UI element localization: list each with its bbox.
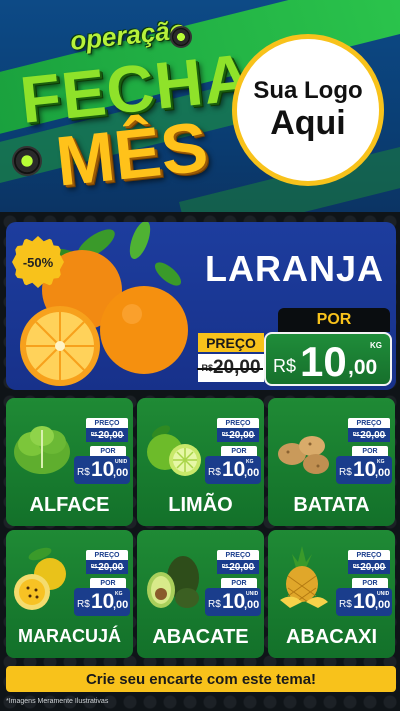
hero-new-price: R$ 10 ,00 KG [264, 332, 392, 386]
hero-old-price: R$ 20,00 [197, 354, 264, 382]
title-bottom-text: MÊS [52, 107, 212, 201]
disclaimer-text: *Imagens Meramente Ilustrativas [6, 698, 109, 705]
new-price: R$ 10,00 KG [205, 456, 261, 484]
avocado-icon [147, 556, 199, 608]
product-name: MARACUJÁ [18, 626, 121, 646]
old-price: R$ 20,00 [86, 428, 128, 442]
new-price: R$ 10,00 KG [74, 588, 130, 616]
price-label: PREÇO [348, 550, 390, 560]
speaker-icon [12, 146, 42, 176]
por-label: POR [90, 578, 126, 588]
price-label: PREÇO [86, 550, 128, 560]
price-label: PREÇO [86, 418, 128, 428]
old-price: R$ 20,00 [348, 560, 390, 574]
product-card-abacaxi[interactable]: PREÇO R$ 20,00 POR R$ 10,00 UNID ABACAXI [268, 530, 395, 658]
passion-fruit-icon [14, 547, 66, 610]
por-label: POR [221, 578, 257, 588]
product-card-maracuja[interactable]: PREÇO R$ 20,00 POR R$ 10,00 KG MARACUJÁ [6, 530, 133, 658]
product-name: ALFACE [29, 494, 110, 516]
old-price: R$ 20,00 [217, 428, 259, 442]
logo-line-2: Aqui [270, 103, 346, 142]
campaign-title: operação FECHA MÊS [12, 14, 256, 201]
por-label: POR [221, 446, 257, 456]
new-price-int: 10 [300, 338, 347, 385]
new-price: R$ 10,00 UNID [74, 456, 130, 484]
product-name: LIMÃO [168, 494, 233, 516]
potato-icon [278, 436, 329, 474]
product-name: BATATA [293, 494, 370, 516]
old-amount: 20,00 [197, 357, 263, 378]
product-name: ABACATE [152, 626, 249, 648]
product-name: ABACAXI [285, 626, 378, 648]
hero-product-name: LARANJA [205, 248, 385, 289]
new-currency: R$ [273, 356, 297, 376]
speaker-icon [170, 26, 192, 48]
old-price: R$ 20,00 [217, 560, 259, 574]
new-price: R$ 10,00 UNID [205, 588, 261, 616]
hero-por-label: POR [278, 308, 390, 332]
por-label: POR [352, 446, 388, 456]
new-price-dec: ,00 [348, 356, 378, 379]
por-label: POR [90, 446, 126, 456]
price-label: PREÇO [217, 550, 259, 560]
old-price: R$ 20,00 [348, 428, 390, 442]
por-label: POR [352, 578, 388, 588]
new-price: R$ 10,00 UNID [336, 588, 392, 616]
product-card-limao[interactable]: PREÇO R$ 20,00 POR R$ 10,00 KG LIMÃO [137, 398, 264, 526]
header-banner: operação FECHA MÊS Sua Logo Aqui [0, 0, 400, 212]
cta-banner[interactable]: Crie seu encarte com este tema! [6, 666, 396, 692]
new-price: R$ 10,00 KG [336, 456, 392, 484]
pineapple-icon [280, 546, 328, 608]
old-price: R$ 20,00 [86, 560, 128, 574]
lime-icon [147, 425, 201, 476]
product-card-alface[interactable]: PREÇO R$ 20,00 POR R$ 10,00 UNID ALFACE [6, 398, 133, 526]
logo-placeholder[interactable]: Sua Logo Aqui [232, 34, 384, 186]
hero-price-label: PREÇO [198, 333, 264, 352]
price-label: PREÇO [348, 418, 390, 428]
product-card-batata[interactable]: PREÇO R$ 20,00 POR R$ 10,00 KG BATATA [268, 398, 395, 526]
product-card-abacate[interactable]: PREÇO R$ 20,00 POR R$ 10,00 UNID ABACATE [137, 530, 264, 658]
lettuce-icon [14, 426, 70, 474]
price-label: PREÇO [217, 418, 259, 428]
logo-line-1: Sua Logo [253, 77, 363, 105]
price-unit: KG [370, 341, 382, 350]
